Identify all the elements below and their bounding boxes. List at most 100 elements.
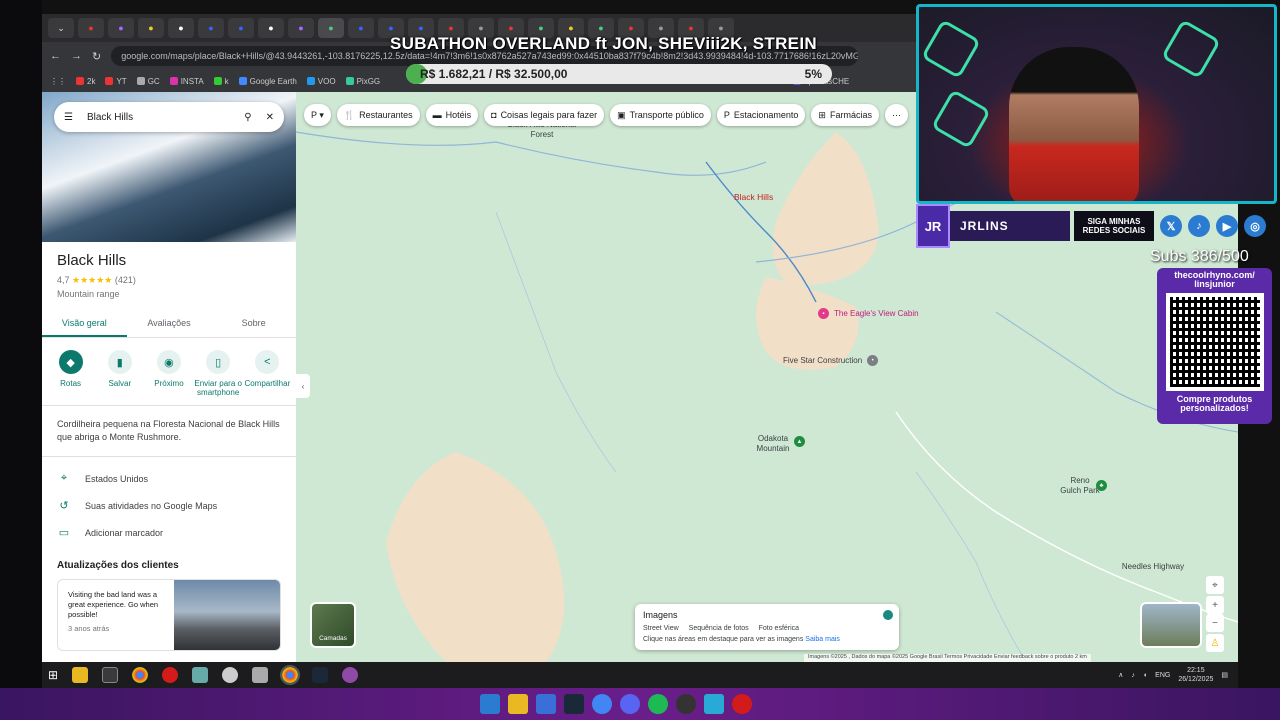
search-box[interactable]: ☰ Black Hills ⚲ ✕ [54,102,284,132]
bookmark-item[interactable]: 2k [76,77,95,86]
images-hint: Clique nas áreas em destaque para ver as… [643,636,840,643]
hex-light-decor [920,18,982,80]
images-legend: Street View Sequência de fotos Foto esfé… [643,625,800,632]
place-photo[interactable]: ☰ Black Hills ⚲ ✕ [42,92,296,242]
map-label-reno[interactable]: Reno Gulch Park [1060,476,1100,496]
channel-name: JRLINS [950,211,1070,241]
map-label-black-hills[interactable]: Black Hills [734,192,773,202]
qr-url: thecoolrhyno.com/ linsjunior [1174,270,1255,289]
obs-icon[interactable] [222,667,239,683]
save-button[interactable]: ▮ Salvar [96,350,144,397]
tab-about[interactable]: Sobre [211,309,296,337]
browser-tab[interactable]: ● [168,18,194,38]
chrome-active-icon[interactable] [280,665,301,685]
park-pin-icon[interactable]: ♣ [1096,480,1107,491]
collapse-panel-button[interactable]: ‹ [296,374,310,398]
update-text: Visiting the bad land was a great experi… [68,590,159,633]
zoom-out-button[interactable]: − [1206,614,1224,632]
nearby-button[interactable]: ◉ Próximo [145,350,193,397]
browser-tab[interactable]: ● [258,18,284,38]
camera-icon: ◘ [491,110,497,120]
images-toggle[interactable] [883,610,893,620]
pegman-icon[interactable]: ♙ [1206,634,1224,652]
browser-tab-active[interactable]: ● [318,18,344,38]
apps-grid-icon[interactable]: ⋮⋮ [50,77,66,86]
chip-transit[interactable]: ▣ Transporte público [610,104,711,126]
opera-icon[interactable] [162,667,179,683]
bookmark-item[interactable]: YT [105,77,127,86]
transit-mode-button[interactable]: P ▾ [304,104,331,126]
browser-tab[interactable]: ● [138,18,164,38]
browser-tab[interactable]: ● [108,18,134,38]
update-card[interactable]: Visiting the bad land was a great experi… [57,579,281,651]
instagram-icon: ◎ [1244,215,1266,237]
my-location-icon[interactable]: ⌖ [1206,576,1224,594]
more-chips-button[interactable]: ⋯ [884,104,908,126]
taskbar-clock[interactable]: 22:15 26/12/2025 [1178,666,1213,684]
discord-icon [620,694,640,714]
language-indicator[interactable]: ENG [1155,672,1170,679]
poi-five-star[interactable]: Five Star Construction • [783,355,879,366]
browser-tab[interactable]: ● [78,18,104,38]
info-add-label[interactable]: ▭ Adicionar marcador [42,519,296,546]
forward-icon[interactable]: → [71,50,82,62]
search-input[interactable]: Black Hills [87,112,230,123]
chip-pharmacies[interactable]: ⊞ Farmácias [811,104,879,126]
map-label-needles[interactable]: Needles Highway [1118,562,1188,572]
left-black-margin [0,0,42,720]
share-button[interactable]: < Compartilhar [243,350,291,397]
send-to-phone-button[interactable]: ▯ Enviar para o smartphone [194,350,242,397]
menu-icon[interactable]: ☰ [64,112,73,123]
tab-list-button[interactable]: ⌄ [48,18,74,38]
app-icon[interactable] [252,667,269,683]
chip-things-to-do[interactable]: ◘ Coisas legais para fazer [484,104,605,126]
bookmark-item[interactable]: VOO [306,77,336,86]
tab-overview[interactable]: Visão geral [42,309,127,337]
back-icon[interactable]: ← [50,50,61,62]
reload-icon[interactable]: ↻ [92,50,101,63]
bookmark-item[interactable]: k [213,77,229,86]
bookmark-item[interactable]: Google Earth [238,77,297,86]
steam-icon[interactable] [312,667,329,683]
speaker-icon[interactable]: ◖ [1143,672,1147,679]
windows-start-icon[interactable]: ⊞ [48,668,58,682]
fork-knife-icon: 🍴 [343,109,356,120]
search-icon[interactable]: ⚲ [244,112,251,123]
browser-tab[interactable]: ● [288,18,314,38]
app-icon[interactable] [342,667,359,683]
learn-more-link[interactable]: Saiba mais [805,636,840,643]
chip-parking[interactable]: P Estacionamento [716,104,806,126]
mic-icon[interactable]: ♪ [1131,672,1135,679]
file-explorer-icon[interactable] [72,667,89,683]
notifications-icon[interactable]: ▤ [1221,671,1228,679]
tab-reviews[interactable]: Avaliações [127,309,212,337]
bookmark-item[interactable]: GC [136,77,160,86]
chip-restaurants[interactable]: 🍴 Restaurantes [336,104,420,126]
follow-text: SIGA MINHAS REDES SOCIAIS [1074,211,1154,241]
street-view-thumbnail[interactable] [1140,602,1202,648]
layers-button[interactable]: Camadas [310,602,356,648]
tray-chevron-icon[interactable]: ∧ [1118,671,1123,679]
app-icon [676,694,696,714]
place-rating[interactable]: 4,7 ★★★★★ (421) [57,275,296,286]
update-photo[interactable] [174,580,280,650]
bookmark-item[interactable]: INSTA [169,77,204,86]
browser-tab[interactable]: ● [198,18,224,38]
browser-tab[interactable]: ● [348,18,374,38]
browser-tab[interactable]: ● [228,18,254,38]
info-activity[interactable]: ↺ Suas atividades no Google Maps [42,492,296,519]
poi-cabin[interactable]: ▪ The Eagle's View Cabin [818,308,919,319]
info-country[interactable]: ⌖ Estados Unidos [42,465,296,492]
system-tray: ∧ ♪ ◖ ENG 22:15 26/12/2025 ▤ [1118,662,1228,688]
app-icon[interactable] [192,667,209,683]
chip-hotels[interactable]: ▬ Hotéis [425,104,479,126]
zoom-in-button[interactable]: + [1206,596,1224,614]
directions-button[interactable]: ◆ Rotas [47,350,95,397]
bookmark-item[interactable]: PixGG [345,77,380,86]
mountain-pin-icon[interactable]: ▲ [794,436,805,447]
map-label-odakota[interactable]: Odakota Mountain [748,434,798,454]
store-icon[interactable] [102,667,119,683]
close-icon[interactable]: ✕ [266,112,274,123]
x-icon: 𝕏 [1160,215,1182,237]
chrome-icon[interactable] [132,667,149,683]
